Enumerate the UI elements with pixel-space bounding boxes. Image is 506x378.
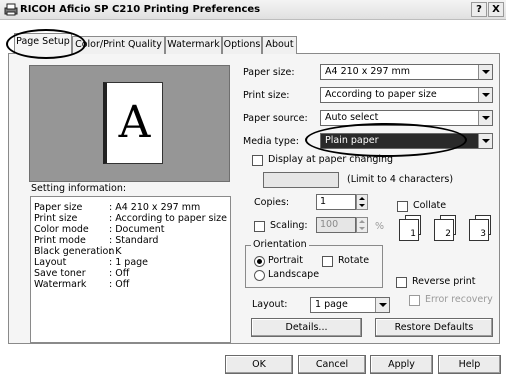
scaling-checkbox[interactable] (254, 221, 265, 232)
tab-color-print-quality[interactable]: Color/Print Quality (72, 36, 165, 54)
reverse-print-label: Reverse print (412, 276, 476, 287)
layout-select[interactable]: 1 page (310, 297, 390, 313)
landscape-label: Landscape (268, 269, 320, 280)
scaling-input[interactable]: 100 (316, 217, 356, 233)
info-key: Save toner (34, 268, 86, 279)
ok-button[interactable]: OK (225, 355, 293, 374)
info-value: : A4 210 x 297 mm (109, 202, 201, 213)
display-changing-label: Display at paper changing (268, 154, 394, 165)
print-size-label: Print size: (243, 90, 290, 101)
paper-source-value: Auto select (325, 112, 379, 123)
info-key: Layout (34, 257, 67, 268)
print-size-value: According to paper size (325, 89, 437, 100)
display-changing-checkbox[interactable] (252, 155, 263, 166)
chevron-down-icon (478, 111, 492, 125)
layout-label: Layout: (252, 299, 288, 310)
reverse-print-checkbox[interactable] (396, 277, 407, 288)
paper-size-value: A4 210 x 297 mm (325, 66, 411, 77)
media-type-label: Media type: (243, 136, 299, 147)
copies-spinner[interactable] (356, 194, 368, 210)
scaling-spinner[interactable] (356, 217, 368, 233)
info-value: : According to paper size (109, 213, 227, 224)
info-key: Print mode (34, 235, 86, 246)
info-key: Watermark (34, 279, 87, 290)
tab-options[interactable]: Options (222, 36, 262, 54)
paper-size-select[interactable]: A4 210 x 297 mm (320, 64, 493, 80)
info-value: : K (109, 246, 122, 257)
help-title-button[interactable]: ? (471, 2, 487, 17)
tab-page-setup[interactable]: Page Setup (14, 33, 72, 54)
details-button[interactable]: Details... (251, 318, 362, 337)
chevron-down-icon (375, 298, 389, 312)
preview-paper: A (103, 82, 163, 164)
collate-page-icon: 2 (434, 219, 454, 241)
window-title: RICOH Aficio SP C210 Printing Preference… (20, 4, 261, 15)
info-key: Black generation (34, 246, 115, 257)
info-value: : Off (109, 268, 130, 279)
collate-page-icon: 1 (399, 219, 419, 241)
info-value: : Off (109, 279, 130, 290)
setting-info-label: Setting information: (31, 183, 127, 194)
info-value: : 1 page (109, 257, 149, 268)
error-recovery-label: Error recovery (425, 294, 493, 305)
copies-input[interactable]: 1 (316, 194, 356, 210)
orientation-title: Orientation (251, 239, 309, 250)
setting-info-box: Paper size : A4 210 x 297 mm Print size : … (30, 196, 231, 343)
help-button[interactable]: Help (438, 355, 501, 374)
paper-source-label: Paper source: (243, 113, 308, 124)
orientation-group (245, 245, 383, 288)
info-value: : Document (109, 224, 165, 235)
paper-change-text-input[interactable] (263, 172, 339, 188)
paper-size-label: Paper size: (243, 67, 295, 78)
cancel-button[interactable]: Cancel (298, 355, 366, 374)
limit-text: (Limit to 4 characters) (347, 174, 454, 185)
close-button[interactable]: X (488, 2, 504, 17)
tab-watermark[interactable]: Watermark (165, 36, 222, 54)
scaling-unit: % (375, 221, 385, 232)
print-size-select[interactable]: According to paper size (320, 87, 493, 103)
printer-icon (4, 3, 18, 16)
landscape-radio[interactable] (254, 270, 265, 281)
portrait-radio[interactable] (254, 256, 265, 267)
chevron-down-icon (478, 65, 492, 79)
collate-label: Collate (413, 200, 447, 211)
layout-value: 1 page (315, 299, 348, 310)
paper-source-select[interactable]: Auto select (320, 110, 493, 126)
copies-label: Copies: (254, 197, 290, 208)
collate-page-icon: 3 (469, 219, 489, 241)
info-key: Color mode (34, 224, 89, 235)
chevron-down-icon (478, 88, 492, 102)
media-type-value: Plain paper (325, 135, 379, 146)
tab-about[interactable]: About (262, 36, 297, 54)
info-value: : Standard (109, 235, 159, 246)
media-type-select[interactable]: Plain paper (320, 133, 493, 149)
rotate-label: Rotate (338, 255, 370, 266)
info-key: Print size (34, 213, 78, 224)
info-key: Paper size (34, 202, 83, 213)
chevron-down-icon (478, 134, 492, 148)
restore-defaults-button[interactable]: Restore Defaults (375, 318, 493, 337)
collate-checkbox[interactable] (397, 201, 408, 212)
portrait-label: Portrait (268, 255, 303, 266)
apply-button[interactable]: Apply (370, 355, 433, 374)
error-recovery-checkbox[interactable] (409, 295, 420, 306)
scaling-label: Scaling: (270, 220, 308, 231)
rotate-checkbox[interactable] (322, 256, 333, 267)
